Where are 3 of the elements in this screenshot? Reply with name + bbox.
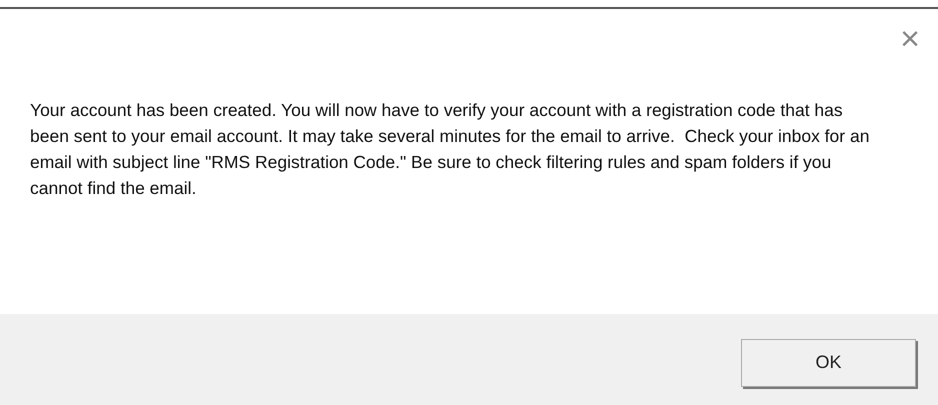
message-text: Your account has been created. You will now have to verify your account with a registration code that has been sent to your email account. It may take several minutes for the email to arrive. Check your inbox for an email with subject line "RMS Registration Code." Be sure to check filtering rules and spam folders if you cannot find the email. bbox=[30, 99, 870, 200]
ok-button[interactable]: OK bbox=[741, 338, 916, 386]
close-button[interactable]: × bbox=[894, 23, 926, 55]
